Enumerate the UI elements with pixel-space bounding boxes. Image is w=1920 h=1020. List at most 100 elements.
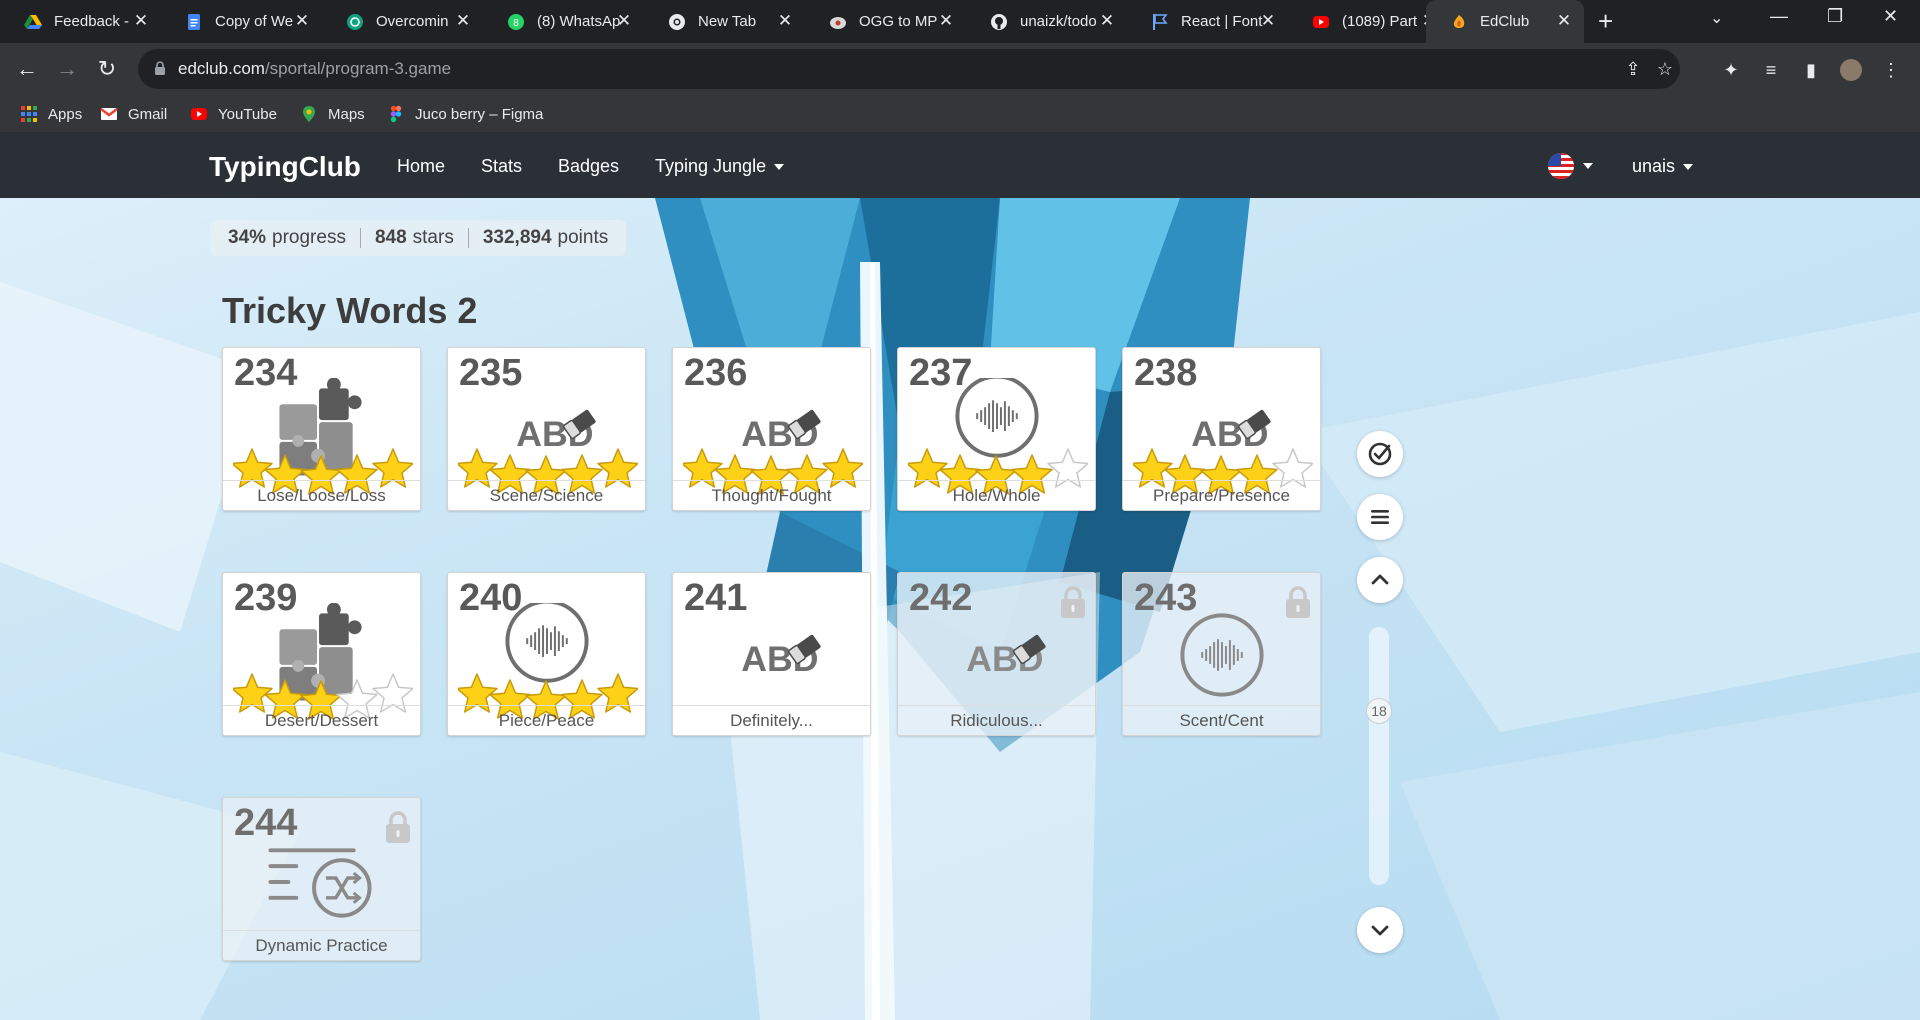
scroll-up-button[interactable] xyxy=(1357,557,1403,603)
new-tab-button[interactable]: + xyxy=(1598,8,1613,34)
whatsapp-icon: 8 xyxy=(508,13,524,30)
nav-badges[interactable]: Badges xyxy=(558,156,619,177)
bookmark-figma[interactable]: Juco berry – Figma xyxy=(387,103,543,125)
browser-tab[interactable]: Copy of We ✕ xyxy=(161,0,322,43)
browser-tab[interactable]: React | Font ✕ xyxy=(1127,0,1288,43)
browser-tab[interactable]: (1089) Part ✕ xyxy=(1288,0,1449,43)
close-tab-icon[interactable]: ✕ xyxy=(936,11,956,31)
lesson-card[interactable]: 241 ABD Definitely... xyxy=(672,572,871,736)
reload-icon[interactable]: ↻ xyxy=(93,55,121,83)
side-panel-icon[interactable]: ▮ xyxy=(1800,59,1822,81)
lock-icon xyxy=(386,811,410,843)
browser-tab[interactable]: 8 (8) WhatsAp ✕ xyxy=(483,0,644,43)
browser-tab[interactable]: New Tab ✕ xyxy=(644,0,805,43)
user-menu[interactable]: unais xyxy=(1632,156,1694,177)
language-selector[interactable] xyxy=(1547,152,1593,180)
minimize-icon[interactable]: — xyxy=(1770,6,1788,27)
lesson-title: Dynamic Practice xyxy=(223,930,420,960)
bookmark-star-icon[interactable]: ☆ xyxy=(1654,58,1676,80)
browser-tab[interactable]: unaizk/todo ✕ xyxy=(966,0,1127,43)
figma-icon xyxy=(390,105,402,123)
youtube-icon xyxy=(1313,15,1329,28)
back-icon[interactable]: ← xyxy=(13,55,41,83)
forward-icon[interactable]: → xyxy=(53,55,81,83)
svg-text:8: 8 xyxy=(513,18,519,29)
nav-home[interactable]: Home xyxy=(397,156,445,177)
close-tab-icon[interactable]: ✕ xyxy=(1258,11,1278,31)
lesson-card[interactable]: 239 Desert/Dessert xyxy=(222,572,421,736)
lesson-title: Ridiculous... xyxy=(898,705,1095,735)
browser-tab[interactable]: Overcomin ✕ xyxy=(322,0,483,43)
lesson-title: Hole/Whole xyxy=(898,480,1095,510)
share-icon[interactable]: ⇪ xyxy=(1622,58,1644,80)
lesson-card[interactable]: 240 Piece/Peace xyxy=(447,572,646,736)
lesson-card[interactable]: 238 ABD Prepare/Presence xyxy=(1122,347,1321,511)
reading-list-icon[interactable]: ≡ xyxy=(1760,59,1782,81)
maps-icon xyxy=(303,106,315,122)
address-bar[interactable]: edclub.com/sportal/program-3.game ⇪ ☆ xyxy=(138,49,1680,89)
lesson-card[interactable]: 237 Hole/Whole xyxy=(897,347,1096,511)
brand-logo[interactable]: TypingClub xyxy=(209,151,361,183)
lesson-card[interactable]: 236 ABD Thought/Fought xyxy=(672,347,871,511)
chevron-down-icon xyxy=(1583,163,1593,169)
restore-icon[interactable]: ❐ xyxy=(1827,6,1843,27)
edclub-icon xyxy=(1453,14,1465,28)
close-tab-icon[interactable]: ✕ xyxy=(292,11,312,31)
close-tab-icon[interactable]: ✕ xyxy=(614,11,634,31)
section-scroll-indicator[interactable]: 18 xyxy=(1366,698,1392,724)
lesson-card[interactable]: 234 Lose/Loose/Loss xyxy=(222,347,421,511)
bookmark-apps[interactable]: Apps xyxy=(20,103,82,125)
lesson-title: Definitely... xyxy=(673,705,870,735)
lock-icon xyxy=(155,61,165,75)
nav-stats[interactable]: Stats xyxy=(481,156,522,177)
section-title: Tricky Words 2 xyxy=(222,290,478,331)
lesson-card[interactable]: 244 Dynamic Practice xyxy=(222,797,421,961)
nav-typing-jungle[interactable]: Typing Jungle xyxy=(655,156,785,177)
bookmark-youtube[interactable]: YouTube xyxy=(190,103,277,125)
browser-tab-active[interactable]: EdClub ✕ xyxy=(1426,0,1584,43)
close-tab-icon[interactable]: ✕ xyxy=(1097,11,1117,31)
profile-avatar[interactable] xyxy=(1840,59,1862,81)
gmail-icon xyxy=(100,108,118,120)
github-icon xyxy=(991,13,1007,30)
close-tab-icon[interactable]: ✕ xyxy=(131,11,151,31)
page-viewport: TypingClub Home Stats Badges Typing Jung… xyxy=(0,132,1920,1020)
divider xyxy=(359,228,361,248)
close-tab-icon[interactable]: ✕ xyxy=(1554,11,1574,31)
browser-tab[interactable]: Feedback - ✕ xyxy=(0,0,161,43)
section-scroll-track[interactable] xyxy=(1369,627,1389,885)
us-flag-icon xyxy=(1548,153,1574,179)
lesson-title: Prepare/Presence xyxy=(1123,480,1320,510)
check-circle-icon xyxy=(1368,442,1392,466)
drive-icon xyxy=(24,14,42,29)
menu-kebab-icon[interactable]: ⋮ xyxy=(1880,59,1902,81)
progress-summary: 34% progress 848 stars 332,894 points xyxy=(210,220,627,256)
bookmarks-bar: Apps Gmail YouTube Maps Juco berry – Fig… xyxy=(0,96,1920,132)
lesson-title: Scene/Science xyxy=(448,480,645,510)
youtube-icon xyxy=(191,108,207,120)
hamburger-icon xyxy=(1371,510,1389,524)
lock-icon xyxy=(1286,586,1310,618)
extensions-icon[interactable]: ✦ xyxy=(1720,59,1742,81)
completed-filter-button[interactable] xyxy=(1357,431,1403,477)
menu-button[interactable] xyxy=(1357,494,1403,540)
bookmark-maps[interactable]: Maps xyxy=(300,103,365,125)
chevron-up-icon xyxy=(1371,574,1389,585)
scroll-down-button[interactable] xyxy=(1357,907,1403,953)
browser-tab[interactable]: OGG to MP ✕ xyxy=(805,0,966,43)
converter-icon xyxy=(830,16,846,29)
lesson-title: Desert/Dessert xyxy=(223,705,420,735)
lesson-card[interactable]: 235 ABD Scene/Science xyxy=(447,347,646,511)
tab-search-icon[interactable]: ⌄ xyxy=(1710,8,1723,28)
lesson-title: Piece/Peace xyxy=(448,705,645,735)
lesson-title: Thought/Fought xyxy=(673,480,870,510)
lesson-title: Scent/Cent xyxy=(1123,705,1320,735)
chatgpt-icon xyxy=(347,13,363,30)
app-navbar: TypingClub Home Stats Badges Typing Jung… xyxy=(0,132,1920,198)
close-tab-icon[interactable]: ✕ xyxy=(775,11,795,31)
lesson-card[interactable]: 242 ABD Ridiculous... xyxy=(897,572,1096,736)
bookmark-gmail[interactable]: Gmail xyxy=(100,103,167,125)
close-window-icon[interactable]: ✕ xyxy=(1883,6,1898,27)
close-tab-icon[interactable]: ✕ xyxy=(453,11,473,31)
lesson-card[interactable]: 243 Scent/Cent xyxy=(1122,572,1321,736)
